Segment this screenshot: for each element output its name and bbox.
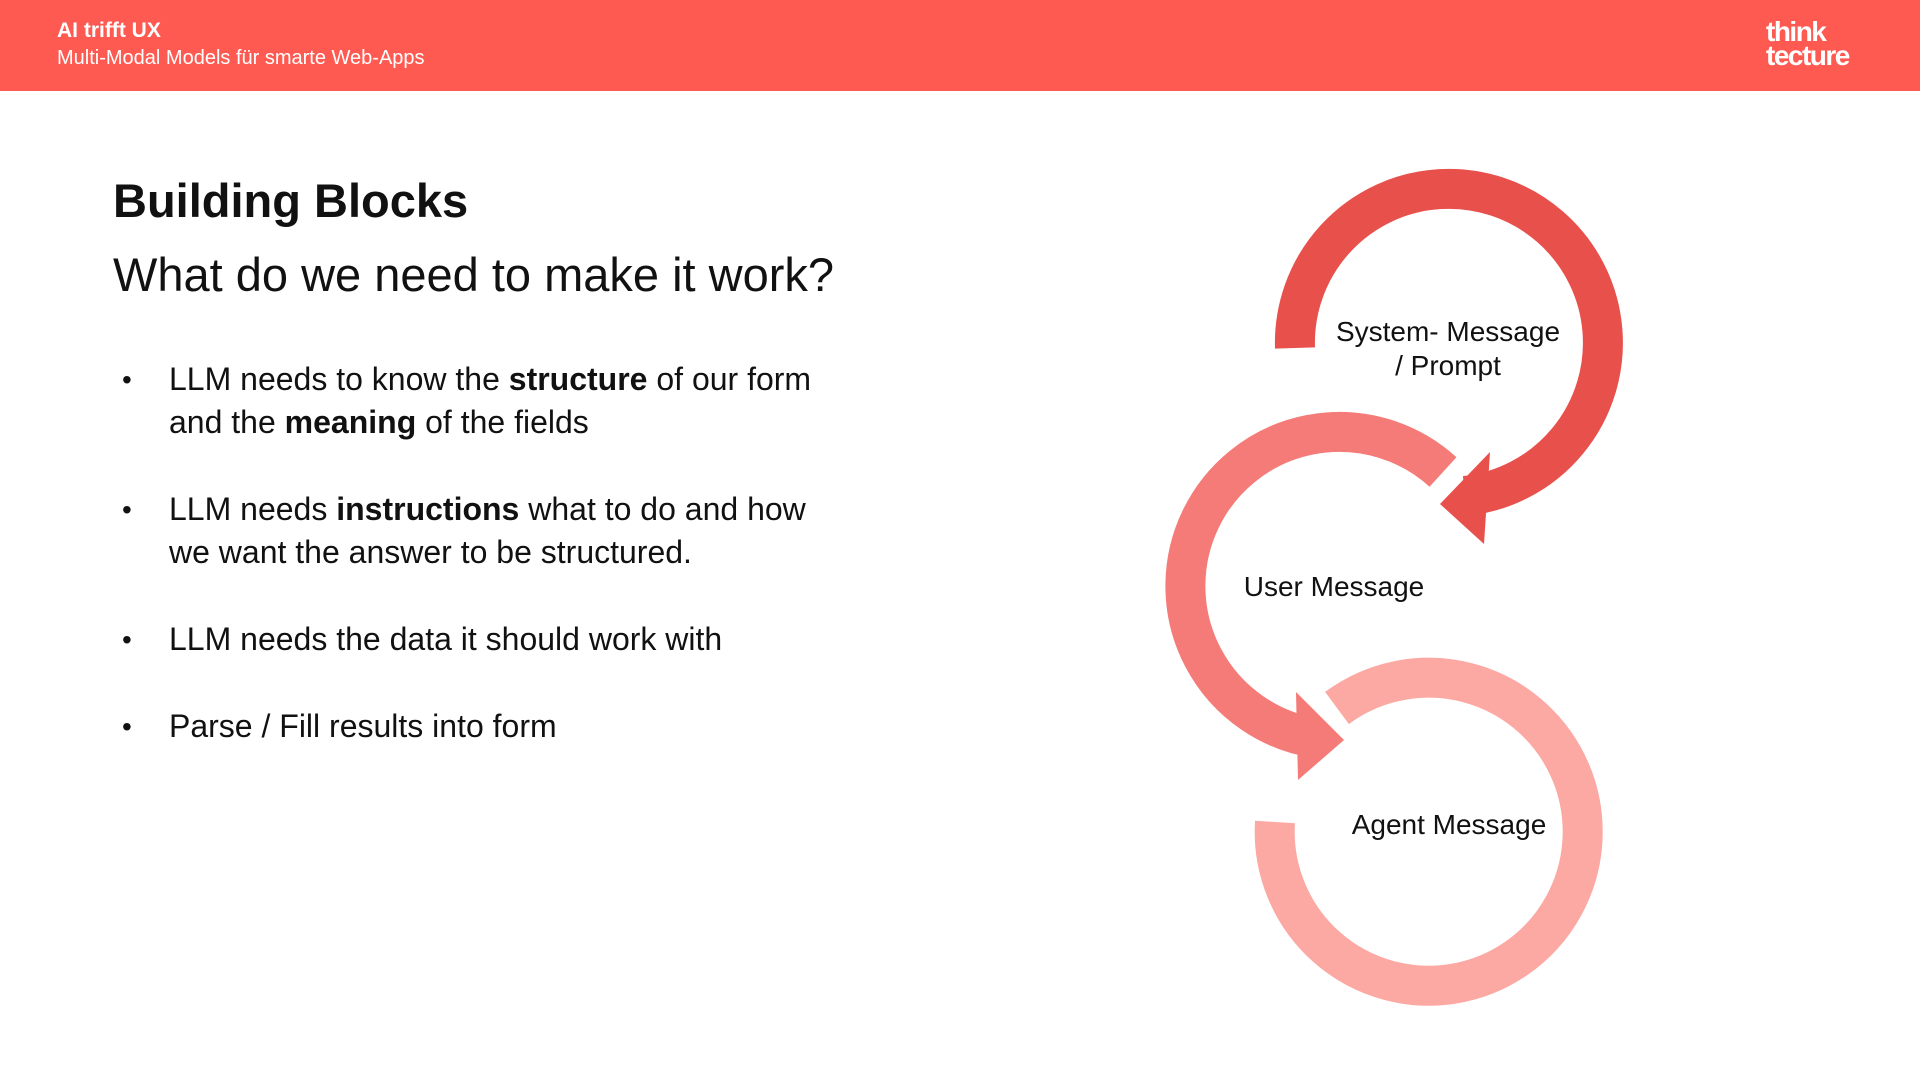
system-message-label: System- Message xyxy=(1336,316,1560,347)
message-cycle-diagram: System- Message / Prompt User Message Ag… xyxy=(1165,168,1623,1006)
agent-message-label: Agent Message xyxy=(1352,809,1547,840)
user-message-arrow xyxy=(1165,411,1457,780)
slide: AI trifft UX Multi-Modal Models für smar… xyxy=(0,0,1920,1080)
system-message-label-line2: / Prompt xyxy=(1395,350,1501,381)
user-message-label: User Message xyxy=(1244,571,1425,602)
